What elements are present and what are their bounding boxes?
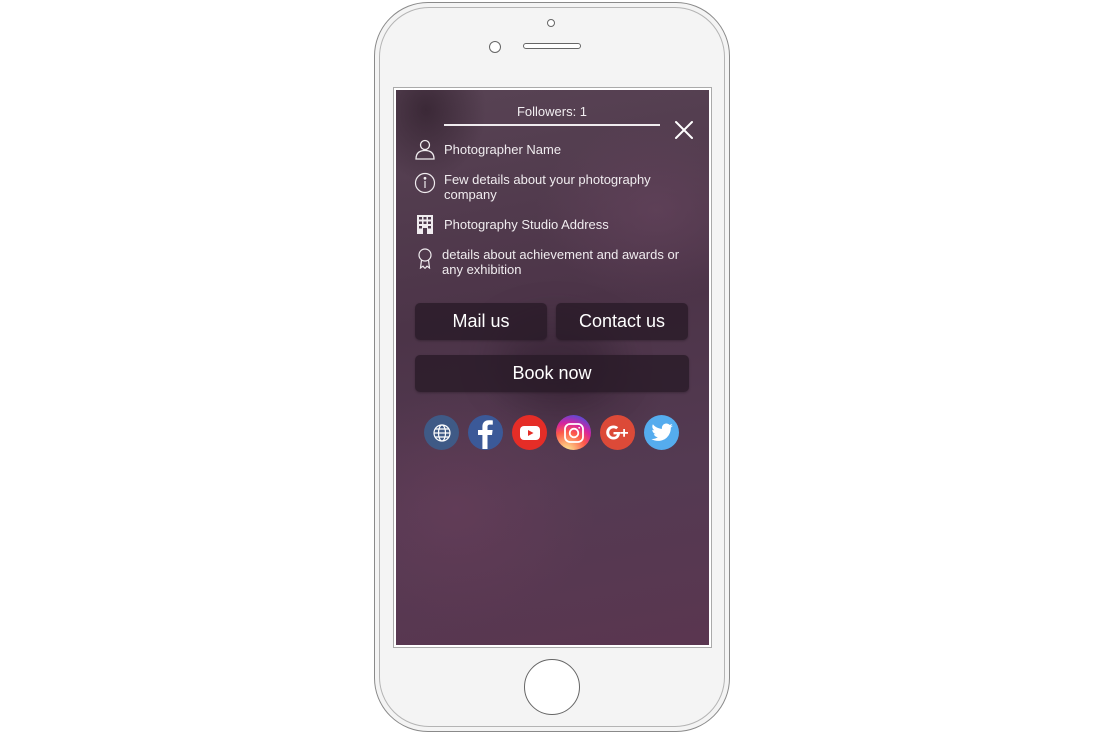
home-button[interactable] — [524, 659, 580, 715]
contact-us-button[interactable]: Contact us — [556, 303, 688, 340]
close-icon[interactable] — [674, 120, 694, 140]
instagram-icon[interactable] — [556, 415, 591, 450]
followers-divider — [444, 124, 660, 126]
social-links — [424, 415, 679, 450]
photographer-name-row: Photographer Name — [414, 138, 561, 160]
photographer-name: Photographer Name — [444, 142, 562, 157]
company-details-row: Few details about your photography compa… — [414, 172, 674, 202]
speaker-grille — [523, 43, 581, 49]
globe-icon[interactable] — [424, 415, 459, 450]
google-plus-icon[interactable] — [600, 415, 635, 450]
youtube-icon[interactable] — [512, 415, 547, 450]
earpiece-camera — [547, 19, 555, 27]
achievements-row: details about achievement and awards or … — [414, 247, 694, 277]
mail-us-button[interactable]: Mail us — [415, 303, 547, 340]
studio-address-row: Photography Studio Address — [414, 213, 609, 235]
book-now-button[interactable]: Book now — [415, 355, 689, 392]
front-camera — [489, 41, 501, 53]
info-icon — [414, 172, 436, 194]
award-ribbon-icon — [414, 247, 436, 270]
achievements: details about achievement and awards or … — [442, 247, 680, 277]
building-icon — [414, 213, 436, 235]
company-details: Few details about your photography compa… — [444, 172, 651, 202]
facebook-icon[interactable] — [468, 415, 503, 450]
twitter-icon[interactable] — [644, 415, 679, 450]
user-icon — [414, 138, 436, 160]
profile-screen: Followers: 1 Photographer Name Few detai… — [396, 90, 709, 645]
followers-count: Followers: 1 — [516, 104, 588, 119]
studio-address: Photography Studio Address — [444, 217, 609, 232]
